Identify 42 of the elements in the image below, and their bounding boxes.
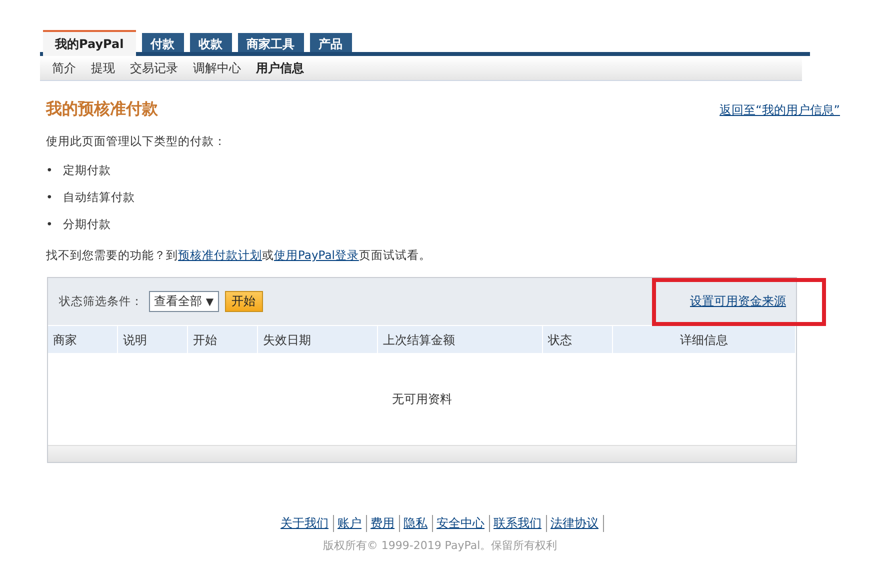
footer-link[interactable]: 安全中心 [432, 515, 490, 532]
footer-link[interactable]: 法律协议 [546, 515, 604, 532]
subnav-link[interactable]: 用户信息 [256, 60, 304, 76]
filter-label: 状态筛选条件： [59, 294, 143, 309]
nav-tab[interactable]: 产品 [310, 33, 352, 52]
column-header: 说明 [118, 326, 188, 353]
page-title: 我的预核准付款 [46, 99, 158, 120]
intro-text: 使用此页面管理以下类型的付款： [46, 134, 227, 149]
help-text: 找不到您需要的功能？到预核准付款计划或使用PayPal登录页面试试看。 [46, 248, 432, 263]
column-header: 详细信息 [613, 326, 796, 353]
plan-link[interactable]: 预核准付款计划 [178, 248, 262, 262]
bullet-mark: • [46, 217, 53, 232]
payment-type-item: 自动结算付款 [62, 190, 135, 205]
column-header: 开始 [188, 326, 258, 353]
footer-link[interactable]: 关于我们 [276, 515, 334, 532]
status-select[interactable]: 查看全部 ▼ [149, 291, 219, 312]
nav-tab[interactable]: 我的PayPal [43, 30, 136, 56]
subnav-link[interactable]: 交易记录 [130, 60, 178, 76]
column-header: 商家 [48, 326, 118, 353]
empty-message: 无可用资料 [392, 390, 452, 408]
column-header: 失效日期 [258, 326, 378, 353]
footer-link[interactable]: 隐私 [400, 515, 432, 532]
column-header: 状态 [543, 326, 613, 353]
footer-link[interactable]: 账户 [334, 515, 366, 532]
back-link[interactable]: 返回至“我的用户信息” [720, 102, 840, 119]
subnav-link[interactable]: 提现 [91, 60, 115, 76]
nav-tab[interactable]: 商家工具 [238, 33, 304, 52]
footer-link[interactable]: 费用 [366, 515, 400, 532]
login-link[interactable]: 使用PayPal登录 [274, 248, 359, 262]
subnav-link[interactable]: 简介 [52, 60, 76, 76]
subnav-link[interactable]: 调解中心 [193, 60, 241, 76]
funding-source-link[interactable]: 设置可用资金来源 [690, 294, 786, 308]
footer-link[interactable]: 联系我们 [490, 515, 546, 532]
column-header: 上次结算金额 [378, 326, 543, 353]
payment-type-item: 定期付款 [62, 163, 111, 178]
payment-type-item: 分期付款 [62, 217, 111, 232]
bullet-mark: • [46, 190, 53, 205]
start-button[interactable]: 开始 [224, 291, 263, 312]
copyright-text: 版权所有© 1999-2019 PayPal。保留所有权利 [322, 538, 558, 553]
bullet-mark: • [46, 163, 53, 178]
nav-tab[interactable]: 付款 [142, 33, 184, 52]
nav-tab[interactable]: 收款 [190, 33, 232, 52]
